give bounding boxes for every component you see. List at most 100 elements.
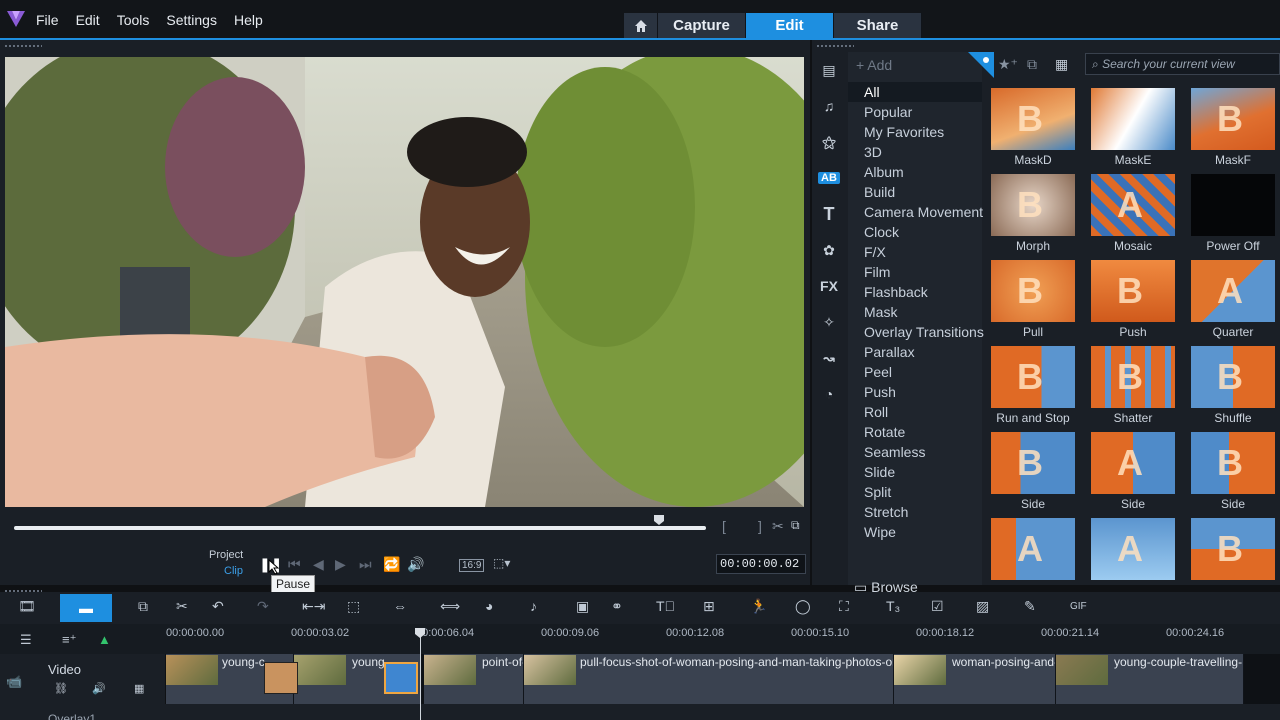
paint-icon[interactable]: ✎ xyxy=(1024,598,1036,615)
transition-thumbnail[interactable]: B Shuffle xyxy=(1188,346,1278,425)
blend-icon[interactable]: ⚭ xyxy=(611,598,623,615)
transition-thumbnail[interactable]: B Side xyxy=(1188,432,1278,511)
marker-icon[interactable]: ▲ xyxy=(98,632,111,647)
music-icon[interactable]: ♫ xyxy=(812,88,846,124)
transition-icon[interactable]: AB xyxy=(812,160,846,196)
timeline-view-icon[interactable]: ▬ xyxy=(60,594,112,622)
transition-thumbnail[interactable]: B xyxy=(1188,518,1278,583)
stabilize-icon[interactable]: ⛶ xyxy=(839,598,849,615)
category-item[interactable]: Wipe xyxy=(848,522,982,542)
menu-help[interactable]: Help xyxy=(234,12,263,28)
category-item[interactable]: Seamless xyxy=(848,442,982,462)
transition-thumbnail[interactable]: B Push xyxy=(1088,260,1178,339)
media-icon[interactable]: ▤ xyxy=(812,52,846,88)
category-item[interactable]: Clock xyxy=(848,222,982,242)
transition-thumbnail[interactable]: B Pull xyxy=(988,260,1078,339)
transition-thumbnail[interactable]: B Morph xyxy=(988,174,1078,253)
category-item[interactable]: Stretch xyxy=(848,502,982,522)
instant-project-icon[interactable]: ⚝ xyxy=(812,124,846,160)
category-item[interactable]: F/X xyxy=(848,242,982,262)
split-clip-icon[interactable]: ✂ xyxy=(772,518,784,535)
transition-thumbnail[interactable]: A xyxy=(1088,518,1178,583)
transition-thumbnail[interactable]: A Quarter xyxy=(1188,260,1278,339)
gif-icon[interactable]: GIF xyxy=(1070,601,1087,612)
clip-mode-label[interactable]: Clip xyxy=(224,565,243,577)
next-frame-button[interactable]: ▶ xyxy=(335,556,346,573)
category-item[interactable]: Peel xyxy=(848,362,982,382)
timeline-clip[interactable]: young-couple-travelling- xyxy=(1056,654,1244,704)
transition-thumbnail[interactable]: B Shatter xyxy=(1088,346,1178,425)
scrub-handle[interactable] xyxy=(653,514,665,526)
end-button[interactable]: ⏭ xyxy=(359,556,372,573)
tab-share[interactable]: Share xyxy=(834,13,922,39)
mute-icon[interactable]: 🔊 xyxy=(92,682,106,695)
category-item[interactable]: Flashback xyxy=(848,282,982,302)
add-track-icon[interactable]: ≡⁺ xyxy=(62,632,76,648)
video-mask-icon[interactable]: ▣ xyxy=(576,598,589,615)
lasso-icon[interactable]: ◯ xyxy=(795,598,811,615)
record-capture-icon[interactable]: ⬚ xyxy=(347,598,360,615)
transition-thumbnail[interactable]: Power Off xyxy=(1188,174,1278,253)
category-item[interactable]: Push xyxy=(848,382,982,402)
tab-edit[interactable]: Edit xyxy=(746,13,834,39)
category-item[interactable]: Split xyxy=(848,482,982,502)
tools-icon[interactable]: ✂ xyxy=(176,598,188,615)
track-grid-icon[interactable]: ▦ xyxy=(134,682,144,695)
link-icon[interactable]: ⛓ xyxy=(54,682,68,695)
add-folder-button[interactable]: + Add xyxy=(856,57,892,73)
menu-edit[interactable]: Edit xyxy=(76,12,100,28)
storyboard-view-icon[interactable]: 🎞 xyxy=(18,598,36,615)
favorite-icon[interactable]: ★⁺ xyxy=(998,56,1018,73)
category-item[interactable]: Slide xyxy=(848,462,982,482)
category-item[interactable]: Roll xyxy=(848,402,982,422)
ripple-edit-icon[interactable]: ⟺ xyxy=(440,598,460,615)
category-item[interactable]: Mask xyxy=(848,302,982,322)
pin-icon[interactable] xyxy=(968,52,994,78)
mark-out-button[interactable]: ] xyxy=(758,518,762,534)
panel-grip[interactable] xyxy=(4,44,42,48)
3d-title-icon[interactable]: T₃ xyxy=(886,598,900,614)
smart-trim-icon[interactable]: ⇔ xyxy=(393,598,407,614)
speed-icon[interactable]: ◔ xyxy=(812,376,846,412)
split-screen-icon[interactable]: ⊞ xyxy=(703,598,715,615)
color-grading-icon[interactable]: ◕ xyxy=(485,598,493,614)
transition-thumbnail[interactable]: B MaskD xyxy=(988,88,1078,167)
category-item[interactable]: Popular xyxy=(848,102,982,122)
scrub-bar[interactable] xyxy=(14,526,706,530)
transition-thumbnail[interactable]: A Mosaic xyxy=(1088,174,1178,253)
category-item[interactable]: Album xyxy=(848,162,982,182)
project-mode-label[interactable]: Project xyxy=(209,549,243,561)
transition-thumbnail[interactable]: A Side xyxy=(1088,432,1178,511)
title-editor-icon[interactable]: T⃞ xyxy=(656,598,675,614)
title-icon[interactable]: T xyxy=(812,196,846,232)
path-icon[interactable]: ↝ xyxy=(812,340,846,376)
audio-ducking-icon[interactable]: ♪ xyxy=(530,598,537,614)
category-item[interactable]: Parallax xyxy=(848,342,982,362)
fx-icon[interactable]: FX xyxy=(812,268,846,304)
track-manager-icon[interactable]: ⧉ xyxy=(138,598,148,615)
category-item[interactable]: Overlay Transitions xyxy=(848,322,984,342)
menu-settings[interactable]: Settings xyxy=(166,12,217,28)
fit-project-icon[interactable]: ⇤⇥ xyxy=(302,598,325,615)
timecode-display[interactable]: 00:00:00.02 xyxy=(716,554,806,574)
transition-thumbnail[interactable]: B Side xyxy=(988,432,1078,511)
timeline-clip[interactable]: woman-posing-and- xyxy=(894,654,1056,704)
video-track-clips[interactable]: young-c young point-of-pull-focus-shot-of-… xyxy=(166,654,1280,704)
tab-capture[interactable]: Capture xyxy=(658,13,746,39)
checkmark-icon[interactable]: ☑ xyxy=(931,598,944,615)
transition-thumbnail[interactable]: MaskE xyxy=(1088,88,1178,167)
playhead[interactable] xyxy=(420,630,421,720)
motion-tracking-icon[interactable]: 🏃 xyxy=(750,598,767,615)
graphics-icon[interactable]: ✿ xyxy=(812,232,846,268)
home-start-button[interactable]: ⏮ xyxy=(288,556,301,573)
timeline-clip[interactable]: point-of- xyxy=(424,654,524,704)
menu-tools[interactable]: Tools xyxy=(117,12,150,28)
particle-icon[interactable]: ✧ xyxy=(812,304,846,340)
enlarge-preview-icon[interactable]: ⧉ xyxy=(791,518,800,533)
undo-icon[interactable]: ↶ xyxy=(212,598,224,615)
menu-file[interactable]: File xyxy=(36,12,59,28)
video-preview[interactable] xyxy=(5,57,804,507)
category-item[interactable]: All xyxy=(848,82,982,102)
library-grip[interactable] xyxy=(816,44,854,48)
category-item[interactable]: Rotate xyxy=(848,422,982,442)
